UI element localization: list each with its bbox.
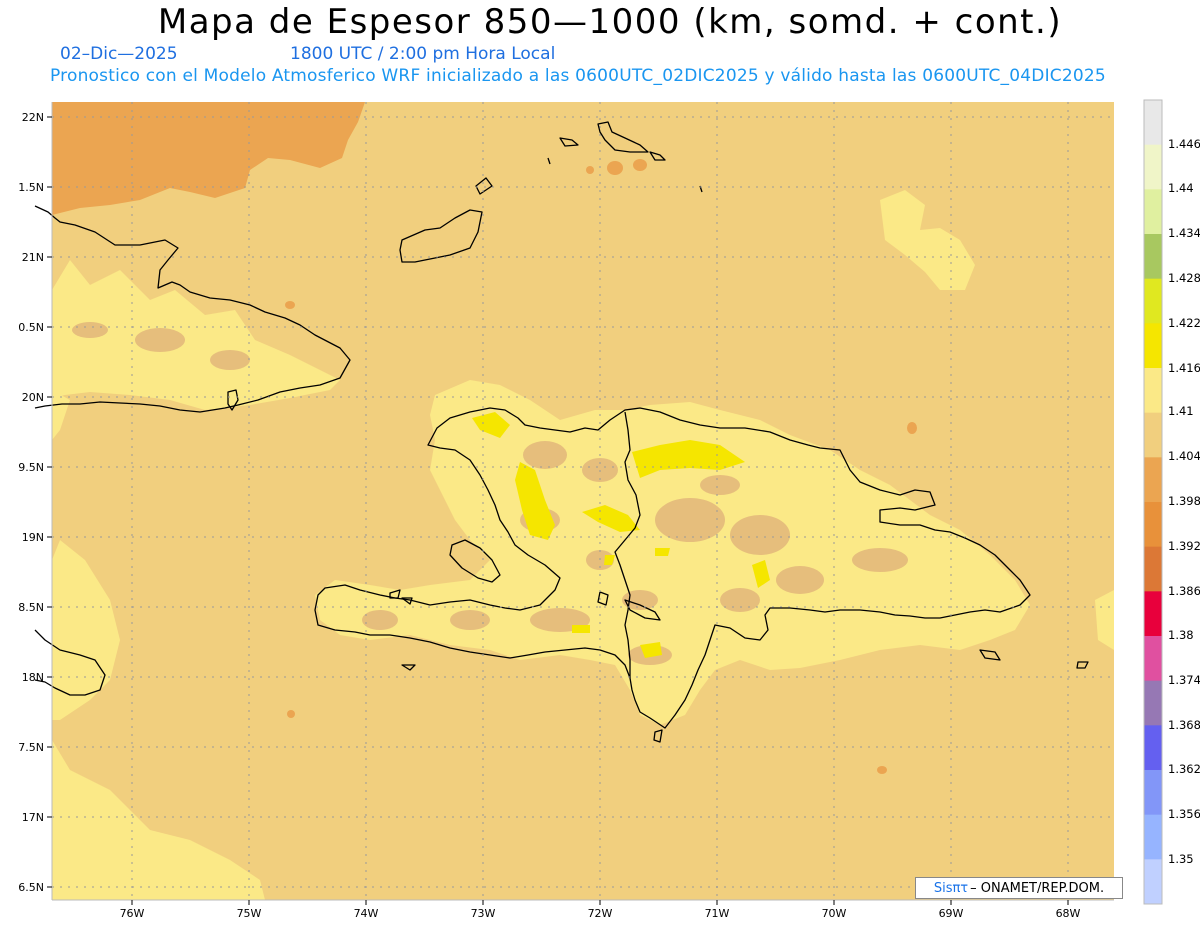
lon-label: 73W — [471, 907, 496, 920]
colorbar-label: 1.374 — [1168, 673, 1200, 687]
colorbar-label: 1.398 — [1168, 494, 1200, 508]
colorbar-label: 1.434 — [1168, 226, 1200, 240]
colorbar-swatch — [1144, 144, 1162, 190]
colorbar-swatch — [1144, 234, 1162, 280]
colorbar-swatch — [1144, 323, 1162, 369]
lat-label: 20N — [22, 391, 44, 404]
colorbar-label: 1.356 — [1168, 807, 1200, 821]
lon-label: 70W — [822, 907, 847, 920]
colorbar-label: 1.392 — [1168, 539, 1200, 553]
colorbar-swatch — [1144, 457, 1162, 503]
colorbar-label: 1.404 — [1168, 449, 1200, 463]
colorbar-label: 1.386 — [1168, 584, 1200, 598]
colorbar: 1.446 1.44 1.434 1.428 1.422 1.416 1.41 … — [1143, 99, 1200, 905]
colorbar-swatch — [1144, 591, 1162, 637]
lat-label: 7.5N — [18, 741, 44, 754]
lon-label: 68W — [1056, 907, 1081, 920]
colorbar-label: 1.362 — [1168, 762, 1200, 776]
credit-brand: Sisπτ — [933, 880, 969, 896]
colorbar-swatch — [1144, 770, 1162, 816]
colorbar-label: 1.368 — [1168, 718, 1200, 732]
colorbar-swatch — [1144, 502, 1162, 548]
lon-label: 71W — [705, 907, 730, 920]
colorbar-label: 1.35 — [1168, 852, 1194, 866]
forecast-description: Pronostico con el Modelo Atmosferico WRF… — [50, 66, 1106, 86]
colorbar-label: 1.44 — [1168, 181, 1194, 195]
thickness-map: 22N 1.5N 21N 0.5N 20N 9.5N 19N 8.5N 18N … — [18, 99, 1200, 920]
lat-label: 6.5N — [18, 881, 44, 894]
colorbar-swatch — [1144, 725, 1162, 771]
colorbar-swatch — [1144, 278, 1162, 324]
lon-label: 75W — [237, 907, 262, 920]
lon-label: 72W — [588, 907, 613, 920]
forecast-date: 02–Dic—2025 — [60, 44, 178, 64]
lat-label: 19N — [22, 531, 44, 544]
forecast-time: 1800 UTC / 2:00 pm Hora Local — [290, 44, 556, 64]
colorbar-label: 1.41 — [1168, 404, 1194, 418]
colorbar-swatch — [1144, 412, 1162, 458]
colorbar-swatch — [1144, 546, 1162, 592]
lon-label: 69W — [939, 907, 964, 920]
colorbar-label: 1.422 — [1168, 316, 1200, 330]
colorbar-labels: 1.446 1.44 1.434 1.428 1.422 1.416 1.41 … — [1168, 137, 1200, 866]
credit-organization: – ONAMET/REP.DOM. — [970, 880, 1105, 896]
lat-label: 9.5N — [18, 461, 44, 474]
colorbar-swatches — [1143, 99, 1163, 905]
colorbar-swatch — [1144, 189, 1162, 235]
lat-label: 1.5N — [18, 181, 44, 194]
lat-label: 18N — [22, 671, 44, 684]
colorbar-swatch — [1144, 680, 1162, 726]
colorbar-swatch — [1144, 100, 1162, 146]
lat-label: 0.5N — [18, 321, 44, 334]
lat-label: 21N — [22, 251, 44, 264]
map-title: Mapa de Espesor 850—1000 (km, somd. + co… — [157, 2, 1063, 42]
colorbar-label: 1.38 — [1168, 628, 1194, 642]
longitude-labels: 76W 75W 74W 73W 72W 71W 70W 69W 68W — [120, 907, 1081, 920]
colorbar-swatch — [1144, 859, 1162, 905]
lon-label: 74W — [354, 907, 379, 920]
lat-label: 17N — [22, 811, 44, 824]
colorbar-swatch — [1144, 814, 1162, 860]
latitude-labels: 22N 1.5N 21N 0.5N 20N 9.5N 19N 8.5N 18N … — [18, 111, 44, 894]
colorbar-swatch — [1144, 368, 1162, 414]
credit-box: Sisπτ – ONAMET/REP.DOM. — [915, 877, 1123, 899]
colorbar-label: 1.428 — [1168, 271, 1200, 285]
colorbar-label: 1.416 — [1168, 361, 1200, 375]
lat-label: 8.5N — [18, 601, 44, 614]
colorbar-label: 1.446 — [1168, 137, 1200, 151]
colorbar-swatch — [1144, 636, 1162, 682]
lon-label: 76W — [120, 907, 145, 920]
lat-label: 22N — [22, 111, 44, 124]
